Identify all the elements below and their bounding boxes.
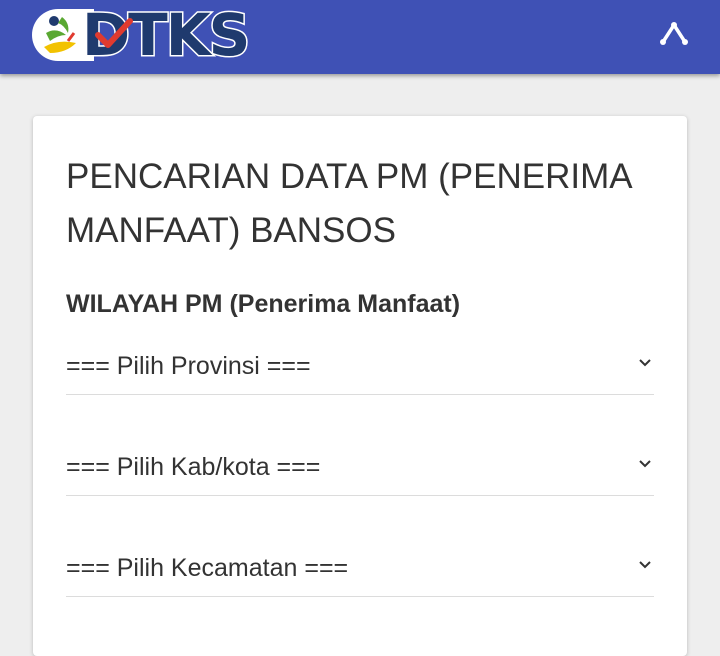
city-select-value: === Pilih Kab/kota === [66,453,321,481]
checkmark-icon [95,18,133,48]
province-select[interactable]: === Pilih Provinsi === [66,342,654,395]
section-label: WILAYAH PM (Penerima Manfaat) [66,290,461,318]
logo-emblem-icon [44,16,76,53]
app-bar: DTKS [0,0,720,74]
page-title: PENCARIAN DATA PM (PENERIMA MANFAAT) BAN… [66,157,631,250]
province-select-value: === Pilih Provinsi === [66,352,311,380]
collapse-arrow-icon [660,22,688,45]
district-select-value: === Pilih Kecamatan === [66,554,349,582]
city-select[interactable]: === Pilih Kab/kota === [66,443,654,496]
district-select[interactable]: === Pilih Kecamatan === [66,544,654,597]
search-card: PENCARIAN DATA PM (PENERIMA MANFAAT) BAN… [33,116,687,656]
chevron-down-icon [639,359,651,367]
collapse-button[interactable] [658,17,690,49]
chevron-down-icon [639,561,651,569]
chevron-down-icon [639,460,651,468]
dtks-logo: DTKS [32,0,252,71]
